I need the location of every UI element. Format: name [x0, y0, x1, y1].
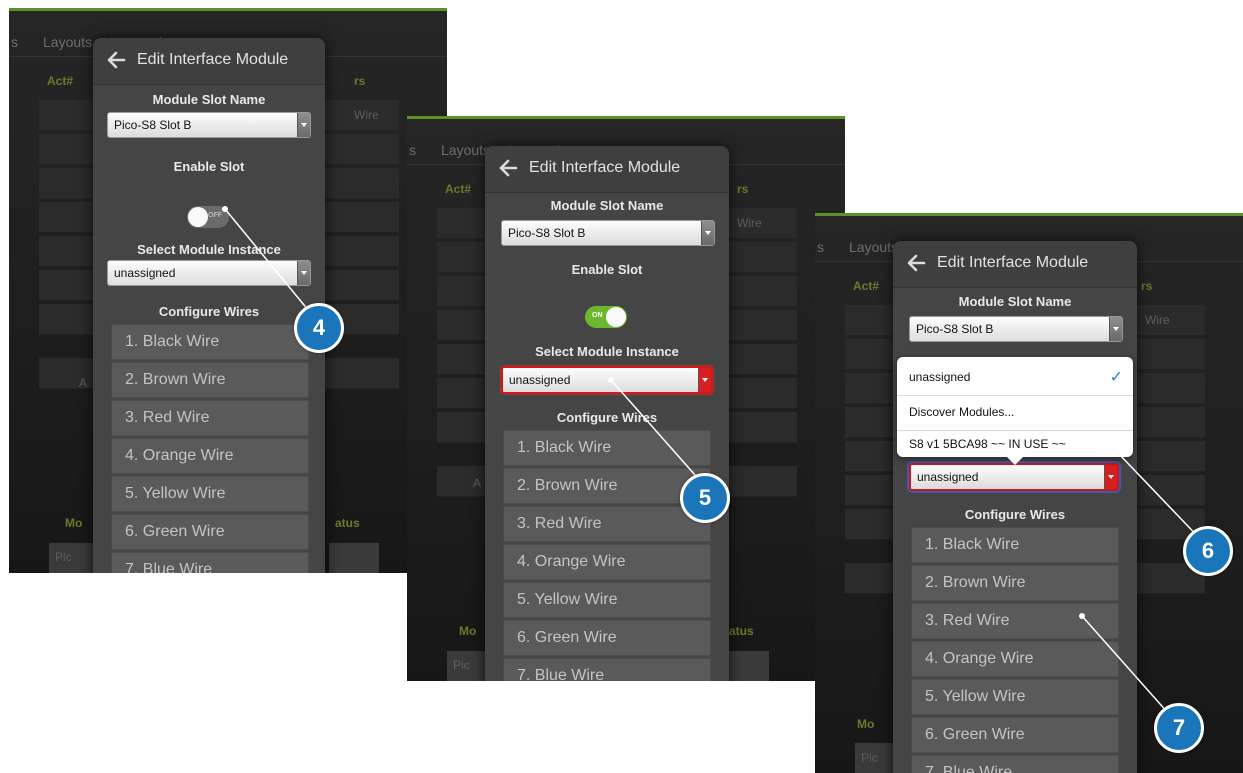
callout-dot-6 [1115, 450, 1121, 456]
callout-badge-6: 6 [1183, 526, 1233, 576]
callout-badge-5: 5 [680, 473, 730, 523]
callout-line-4 [224, 208, 319, 323]
callout-badge-4: 4 [294, 303, 344, 353]
callout-line-5 [610, 379, 704, 485]
callout-dot-7 [1079, 613, 1085, 619]
callout-line-7 [1081, 615, 1177, 723]
callout-lines [222, 206, 1207, 723]
callout-badge-7: 7 [1154, 703, 1204, 753]
callout-dot-5 [608, 377, 614, 383]
callout-dot-4 [222, 206, 228, 212]
